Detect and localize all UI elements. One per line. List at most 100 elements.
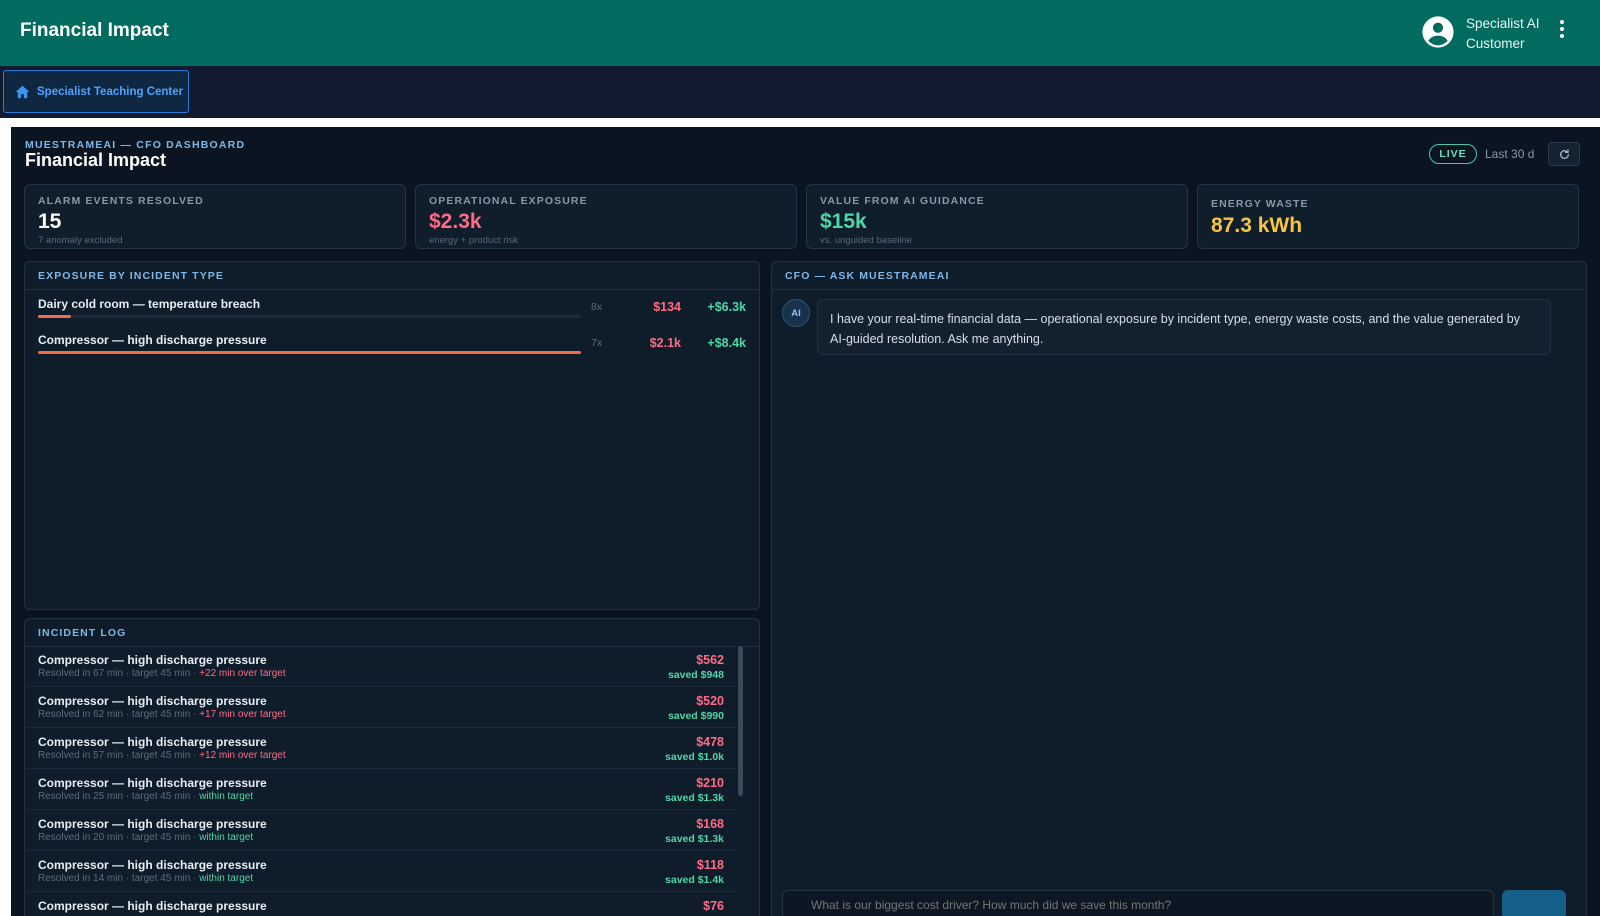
kpi-sub: energy + product risk (429, 235, 518, 246)
exposure-saved: +$8.4k (707, 336, 746, 350)
incident-name: Compressor — high discharge pressure (38, 899, 267, 913)
kpi-card-ai-value: VALUE FROM AI GUIDANCE $15k vs. unguided… (806, 184, 1188, 249)
incident-resolution: Resolved in 20 min · target 45 min · wit… (38, 832, 253, 843)
kpi-card-alarm-events: ALARM EVENTS RESOLVED 15 7 anomaly exclu… (24, 184, 406, 249)
incident-cost: $520 (696, 694, 724, 708)
time-range-label[interactable]: Last 30 d (1485, 147, 1534, 161)
kpi-label: ENERGY WASTE (1211, 198, 1309, 210)
incident-cost: $168 (696, 817, 724, 831)
kpi-value: $15k (820, 210, 867, 233)
incident-log-row[interactable]: Compressor — high discharge pressure $76 (25, 893, 737, 916)
kpi-label: ALARM EVENTS RESOLVED (38, 195, 204, 207)
exposure-cost: $2.1k (649, 336, 681, 350)
cfo-dashboard: MUESTRAMEAI — CFO DASHBOARD Financial Im… (11, 127, 1600, 916)
incident-count: 8x (591, 301, 603, 313)
incident-log-row[interactable]: Compressor — high discharge pressure Res… (25, 647, 737, 687)
user-role: Customer (1466, 36, 1525, 51)
target-status: +22 min over target (199, 668, 286, 679)
kpi-card-operational-exposure: OPERATIONAL EXPOSURE $2.3k energy + prod… (415, 184, 797, 249)
user-name: Specialist AI (1466, 16, 1540, 31)
resolution-time: Resolved in 57 min · target 45 min · (38, 750, 197, 761)
exposure-bar-fill (38, 351, 581, 354)
incident-resolution: Resolved in 57 min · target 45 min · +12… (38, 750, 286, 761)
incident-cost: $210 (696, 776, 724, 790)
incident-name: Compressor — high discharge pressure (38, 735, 267, 749)
incident-resolution: Resolved in 67 min · target 45 min · +22… (38, 668, 286, 679)
kpi-value: 15 (38, 210, 62, 233)
account-circle-icon[interactable] (1421, 15, 1455, 49)
incident-name: Compressor — high discharge pressure (38, 776, 267, 790)
chat-input[interactable] (782, 890, 1494, 916)
incident-saved: saved $1.3k (665, 792, 724, 804)
app-title: Financial Impact (20, 20, 169, 41)
divider (772, 289, 1586, 290)
incident-saved: saved $1.3k (665, 833, 724, 845)
incident-type-name: Dairy cold room — temperature breach (38, 297, 261, 311)
exposure-bar-track (38, 351, 581, 354)
exposure-row[interactable]: Compressor — high discharge pressure 7x … (25, 327, 759, 363)
refresh-button[interactable] (1548, 142, 1580, 166)
resolution-time: Resolved in 62 min · target 45 min · (38, 709, 197, 720)
incident-cost: $76 (703, 899, 724, 913)
target-status: +12 min over target (199, 750, 286, 761)
app-bar: Financial Impact Specialist AI Customer (0, 0, 1600, 66)
resolution-time: Resolved in 67 min · target 45 min · (38, 668, 197, 679)
incident-saved: saved $1.4k (665, 874, 724, 886)
panel-heading: INCIDENT LOG (38, 627, 127, 639)
exposure-bar-fill (38, 315, 71, 318)
live-badge: LIVE (1429, 144, 1477, 164)
scrollbar-thumb[interactable] (738, 646, 743, 796)
resolution-time: Resolved in 14 min · target 45 min · (38, 873, 197, 884)
kpi-sub: vs. unguided baseline (820, 235, 912, 246)
incident-log-row[interactable]: Compressor — high discharge pressure Res… (25, 770, 737, 810)
cfo-chat-panel: CFO — ASK MUESTRAMEAI AI I have your rea… (771, 261, 1587, 916)
kpi-label: VALUE FROM AI GUIDANCE (820, 195, 985, 207)
kpi-sub: 7 anomaly excluded (38, 235, 123, 246)
incident-resolution: Resolved in 14 min · target 45 min · wit… (38, 873, 253, 884)
resolution-time: Resolved in 20 min · target 45 min · (38, 832, 197, 843)
send-button[interactable] (1502, 890, 1566, 916)
incident-saved: saved $1.0k (665, 751, 724, 763)
incident-cost: $562 (696, 653, 724, 667)
exposure-bar-track (38, 315, 581, 318)
target-status: within target (199, 791, 254, 802)
incident-name: Compressor — high discharge pressure (38, 653, 267, 667)
exposure-saved: +$6.3k (707, 300, 746, 314)
kpi-card-energy-waste: ENERGY WASTE 87.3 kWh (1197, 184, 1579, 249)
incident-log-row[interactable]: Compressor — high discharge pressure Res… (25, 811, 737, 851)
home-icon (15, 85, 30, 98)
incident-log-row[interactable]: Compressor — high discharge pressure Res… (25, 688, 737, 728)
page-title: Financial Impact (25, 150, 167, 170)
incident-resolution: Resolved in 25 min · target 45 min · wit… (38, 791, 253, 802)
incident-log-row[interactable]: Compressor — high discharge pressure Res… (25, 729, 737, 769)
incident-name: Compressor — high discharge pressure (38, 858, 267, 872)
exposure-row[interactable]: Dairy cold room — temperature breach 8x … (25, 291, 759, 327)
ai-message: I have your real-time financial data — o… (817, 299, 1551, 355)
incident-resolution: Resolved in 62 min · target 45 min · +17… (38, 709, 286, 720)
incident-type-name: Compressor — high discharge pressure (38, 333, 267, 347)
divider (25, 289, 759, 290)
incident-saved: saved $990 (667, 710, 724, 722)
kpi-label: OPERATIONAL EXPOSURE (429, 195, 588, 207)
target-status: +17 min over target (199, 709, 286, 720)
panel-heading: CFO — ASK MUESTRAMEAI (785, 270, 950, 282)
incident-name: Compressor — high discharge pressure (38, 817, 267, 831)
specialist-teaching-center-button[interactable]: Specialist Teaching Center (3, 70, 189, 113)
kpi-value: 87.3 kWh (1211, 214, 1303, 237)
incident-saved: saved $948 (667, 669, 724, 681)
incident-cost: $118 (696, 858, 724, 872)
incident-log-row[interactable]: Compressor — high discharge pressure Res… (25, 852, 737, 892)
nav-bar: Specialist Teaching Center (0, 66, 1600, 118)
ai-avatar: AI (782, 299, 810, 327)
nav-button-label: Specialist Teaching Center (37, 85, 184, 98)
exposure-cost: $134 (653, 300, 681, 314)
incident-cost: $478 (696, 735, 724, 749)
more-vert-icon[interactable] (1556, 20, 1568, 44)
target-status: within target (199, 873, 254, 884)
panel-heading: EXPOSURE BY INCIDENT TYPE (38, 270, 225, 282)
incident-log-panel: INCIDENT LOG Compressor — high discharge… (24, 618, 760, 916)
incident-name: Compressor — high discharge pressure (38, 694, 267, 708)
target-status: within target (199, 832, 254, 843)
refresh-icon (1559, 148, 1569, 159)
incident-count: 7x (591, 337, 603, 349)
